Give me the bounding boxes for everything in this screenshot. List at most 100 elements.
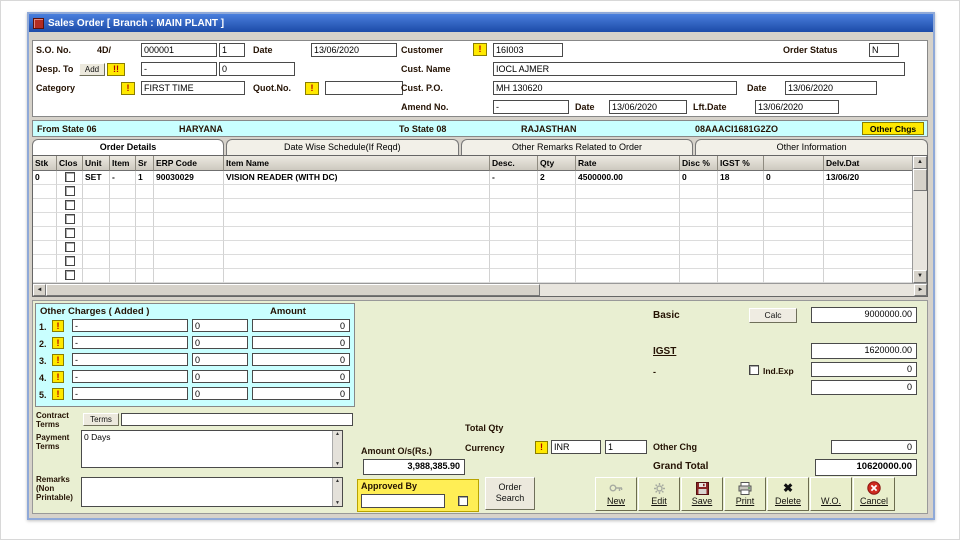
tab-order-details[interactable]: Order Details	[32, 139, 224, 155]
charge-amount[interactable]: 0	[252, 336, 350, 349]
quot-no-lookup-button[interactable]: !	[305, 82, 319, 95]
vertical-scroll-thumb[interactable]	[913, 169, 927, 191]
cell-igst[interactable]: 18	[718, 171, 764, 185]
close-checkbox[interactable]	[64, 172, 75, 182]
scroll-right-icon[interactable]: ►	[914, 284, 927, 296]
approved-by-input[interactable]	[361, 494, 445, 508]
cell-stk[interactable]: 0	[33, 171, 57, 185]
scroll-down-icon[interactable]: ▼	[913, 270, 927, 283]
horizontal-scroll-thumb[interactable]	[46, 284, 540, 296]
tab-other-information[interactable]: Other Information	[695, 139, 929, 155]
wo-button[interactable]: W.O.	[810, 477, 852, 511]
close-checkbox[interactable]	[64, 270, 75, 280]
titlebar[interactable]: Sales Order [ Branch : MAIN PLANT ]	[29, 14, 933, 32]
horizontal-scrollbar[interactable]: ◄ ►	[33, 283, 927, 296]
desp-lookup-button[interactable]: !!	[107, 63, 125, 76]
charge-select[interactable]: -	[72, 370, 188, 383]
close-checkbox[interactable]	[64, 186, 75, 196]
cust-po-input[interactable]: MH 130620	[493, 81, 737, 95]
scroll-track[interactable]	[540, 284, 914, 296]
scroll-down-icon[interactable]: ▼	[333, 500, 342, 506]
eff-date-input[interactable]: 13/06/2020	[755, 100, 839, 114]
textarea-scrollbar[interactable]: ▲ ▼	[332, 431, 342, 467]
other-chgs-button[interactable]: Other Chgs	[862, 122, 924, 135]
currency-rate-input[interactable]: 1	[605, 440, 647, 454]
cell-item[interactable]: -	[110, 171, 136, 185]
table-row-1[interactable]: 0 SET - 1 90030029 VISION READER (WITH D…	[33, 171, 927, 185]
amend-date-input[interactable]: 13/06/2020	[609, 100, 687, 114]
scroll-up-icon[interactable]: ▲	[333, 478, 342, 484]
cell-cess[interactable]: 0	[764, 171, 824, 185]
po-date-input[interactable]: 13/06/2020	[785, 81, 877, 95]
charge-value-input[interactable]: 0	[192, 370, 248, 383]
cell-qty[interactable]: 2	[538, 171, 576, 185]
terms-button[interactable]: Terms	[83, 413, 119, 426]
cell-delv-date[interactable]: 13/06/20	[824, 171, 914, 185]
cell-erp-code[interactable]: 90030029	[154, 171, 224, 185]
new-button[interactable]: New	[595, 477, 637, 511]
cell-item-name[interactable]: VISION READER (WITH DC)	[224, 171, 490, 185]
textarea-scrollbar[interactable]: ▲ ▼	[332, 478, 342, 506]
order-status-input[interactable]: N	[869, 43, 899, 57]
scroll-down-icon[interactable]: ▼	[333, 461, 342, 467]
cust-name-input[interactable]: IOCL AJMER	[493, 62, 905, 76]
delete-button[interactable]: ✖ Delete	[767, 477, 809, 511]
save-button[interactable]: Save	[681, 477, 723, 511]
charge-value-input[interactable]: 0	[192, 353, 248, 366]
charge-lookup-button[interactable]: !	[52, 354, 64, 366]
charge-lookup-button[interactable]: !	[52, 371, 64, 383]
tab-other-remarks[interactable]: Other Remarks Related to Order	[460, 139, 694, 155]
cell-desc[interactable]: -	[490, 171, 538, 185]
amend-no-input[interactable]: -	[493, 100, 569, 114]
charge-select[interactable]: -	[72, 353, 188, 366]
charge-amount[interactable]: 0	[252, 319, 350, 332]
customer-code-input[interactable]: 16I003	[493, 43, 563, 57]
cell-unit[interactable]: SET	[83, 171, 110, 185]
scroll-up-icon[interactable]: ▲	[333, 431, 342, 437]
charge-lookup-button[interactable]: !	[52, 337, 64, 349]
tab-date-wise-schedule[interactable]: Date Wise Schedule(If Reqd)	[226, 139, 459, 155]
scroll-left-icon[interactable]: ◄	[33, 284, 46, 296]
cancel-button[interactable]: Cancel	[853, 477, 895, 511]
contract-terms-input[interactable]	[121, 413, 353, 426]
cell-rate[interactable]: 4500000.00	[576, 171, 680, 185]
currency-lookup-button[interactable]: !	[535, 441, 548, 454]
charge-lookup-button[interactable]: !	[52, 388, 64, 400]
charge-lookup-button[interactable]: !	[52, 320, 64, 332]
desp-add-button[interactable]: Add	[79, 63, 105, 76]
order-date-input[interactable]: 13/06/2020	[311, 43, 397, 57]
charge-select[interactable]: -	[72, 319, 188, 332]
approved-checkbox[interactable]	[458, 496, 468, 506]
category-input[interactable]: FIRST TIME	[141, 81, 245, 95]
quot-no-input[interactable]	[325, 81, 403, 95]
close-checkbox[interactable]	[64, 256, 75, 266]
customer-lookup-button[interactable]: !	[473, 43, 487, 56]
charge-amount[interactable]: 0	[252, 370, 350, 383]
close-checkbox[interactable]	[64, 214, 75, 224]
desp-to-input-2[interactable]: 0	[219, 62, 295, 76]
close-checkbox[interactable]	[64, 242, 75, 252]
close-checkbox[interactable]	[64, 200, 75, 210]
calc-button[interactable]: Calc	[749, 308, 797, 323]
so-rev-input[interactable]: 1	[219, 43, 245, 57]
charge-select[interactable]: -	[72, 387, 188, 400]
charge-value-input[interactable]: 0	[192, 336, 248, 349]
so-number-input[interactable]: 000001	[141, 43, 217, 57]
desp-to-input-1[interactable]: -	[141, 62, 217, 76]
category-lookup-button[interactable]: !	[121, 82, 135, 95]
payment-terms-textarea[interactable]: 0 Days ▲ ▼	[81, 430, 343, 468]
order-search-button[interactable]: Order Search	[485, 477, 535, 510]
charge-select[interactable]: -	[72, 336, 188, 349]
close-checkbox[interactable]	[64, 228, 75, 238]
currency-code-input[interactable]: INR	[551, 440, 601, 454]
vertical-scrollbar[interactable]: ▲ ▼	[912, 156, 927, 283]
charge-amount[interactable]: 0	[252, 353, 350, 366]
cell-sr[interactable]: 1	[136, 171, 154, 185]
charge-value-input[interactable]: 0	[192, 319, 248, 332]
remarks-textarea[interactable]: ▲ ▼	[81, 477, 343, 507]
charge-value-input[interactable]: 0	[192, 387, 248, 400]
edit-button[interactable]: Edit	[638, 477, 680, 511]
print-button[interactable]: Print	[724, 477, 766, 511]
ind-exp-checkbox[interactable]	[749, 365, 759, 375]
cell-disc[interactable]: 0	[680, 171, 718, 185]
